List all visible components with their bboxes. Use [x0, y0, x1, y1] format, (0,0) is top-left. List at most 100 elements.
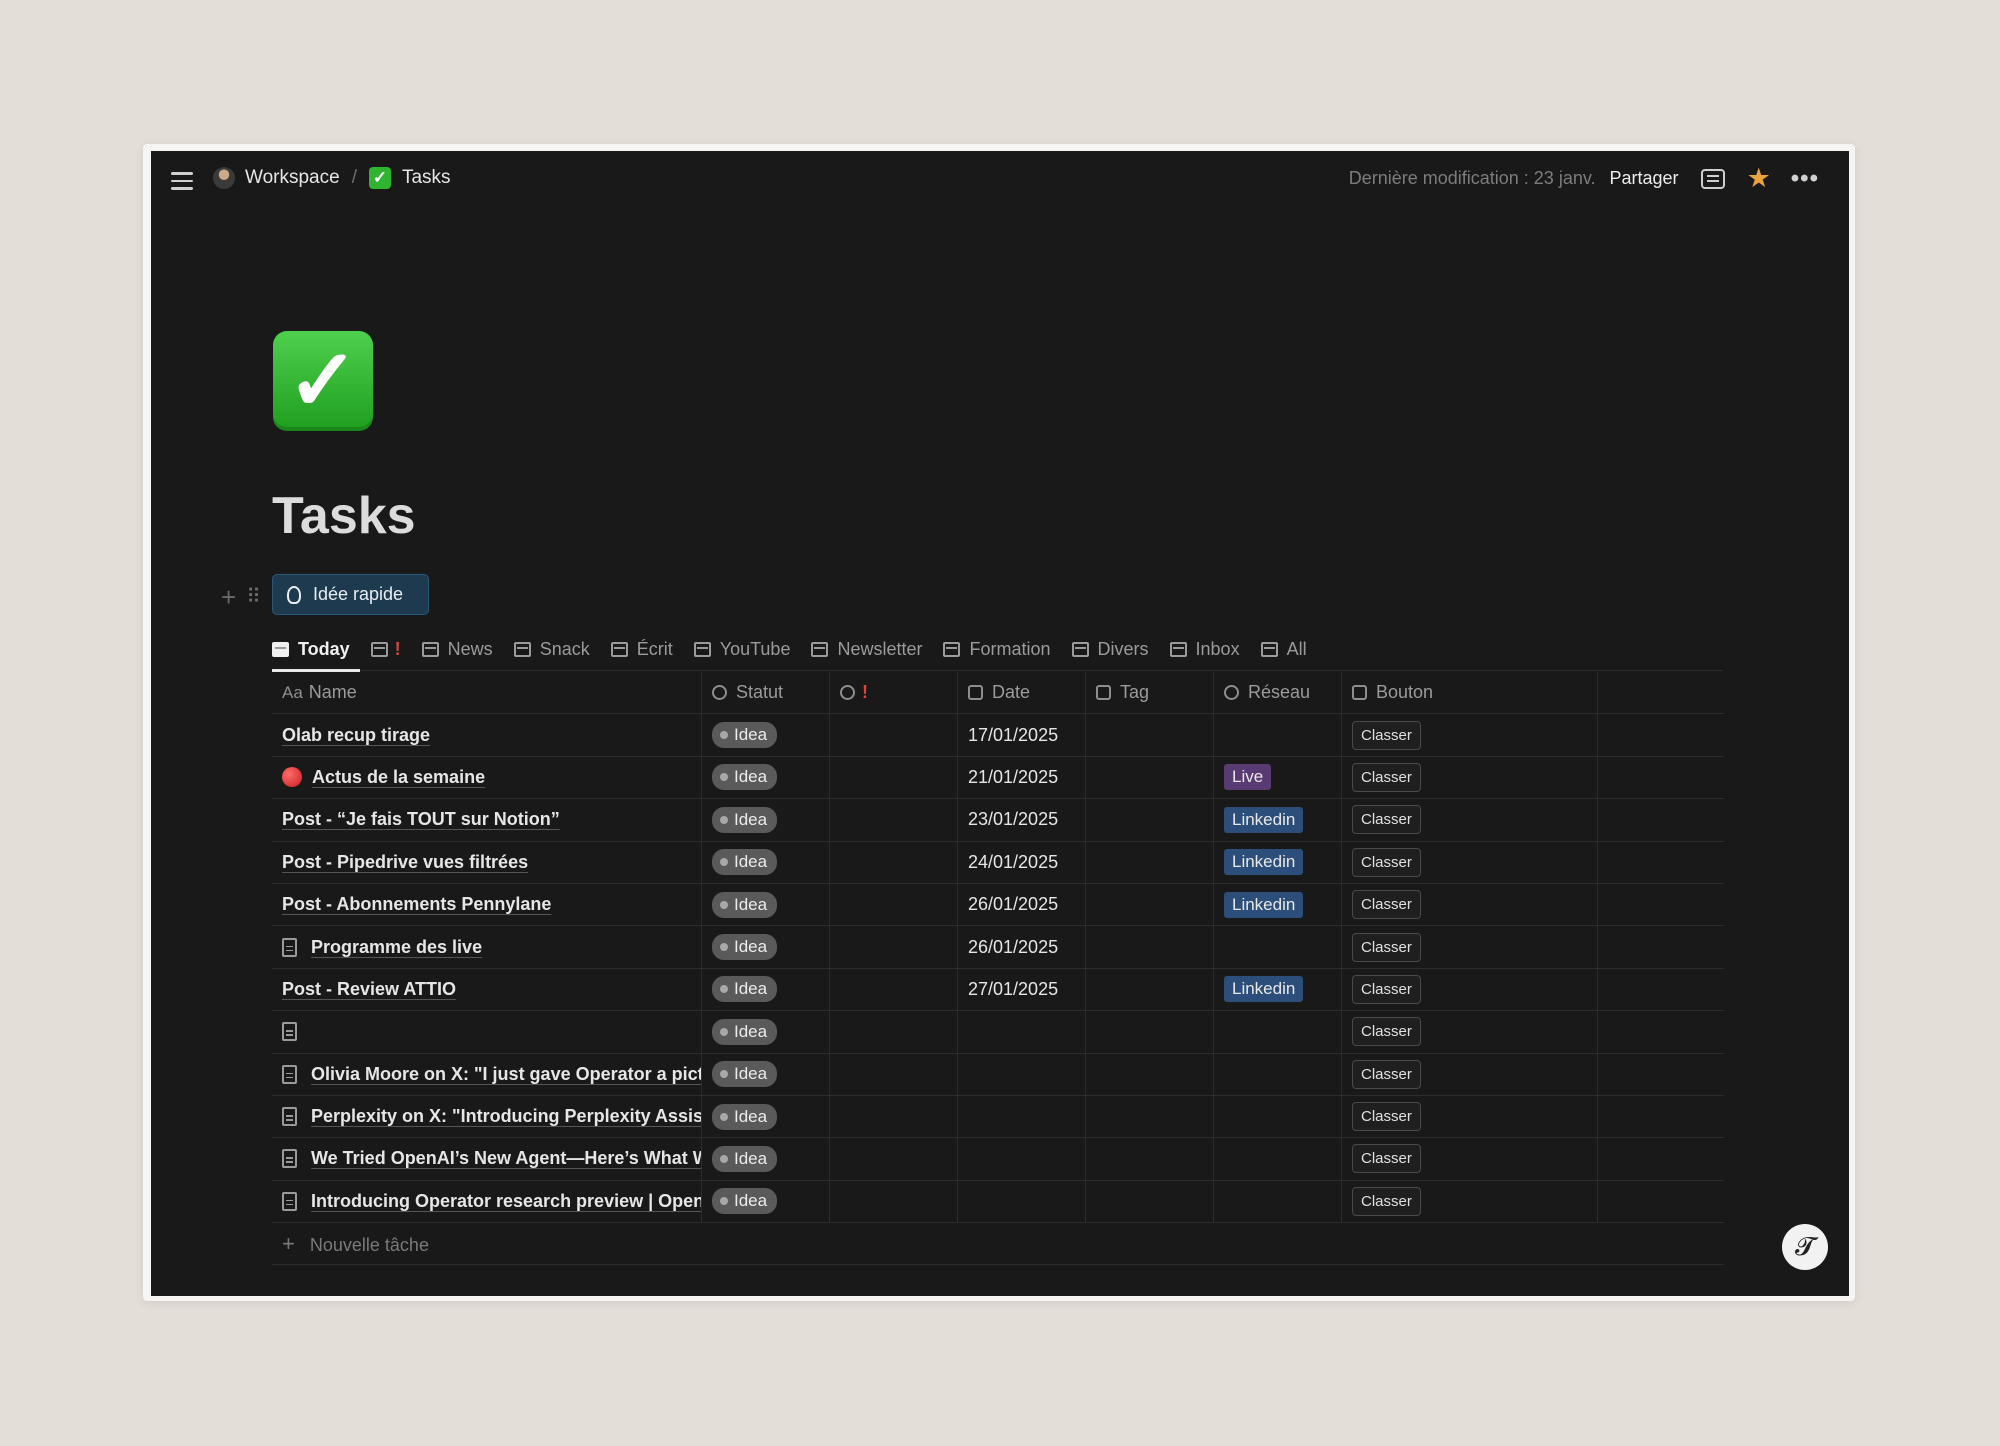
breadcrumb-workspace[interactable]: Workspace [245, 167, 340, 189]
cell-date[interactable]: 27/01/2025 [958, 968, 1086, 1011]
tab-urgent[interactable]: ! [370, 629, 401, 671]
tab--crit[interactable]: Écrit [610, 629, 673, 671]
cell-priority[interactable] [830, 1011, 958, 1053]
cell-name[interactable]: We Tried OpenAI’s New Agent—Here’s What … [272, 1138, 702, 1180]
cell-statut[interactable]: Idea [702, 799, 830, 841]
cell-statut[interactable]: Idea [702, 756, 830, 799]
header-priority[interactable]: ! [830, 672, 958, 714]
table-row[interactable]: Post - Pipedrive vues filtrées Idea 24/01/… [272, 841, 1724, 884]
cell-reseau[interactable] [1214, 926, 1342, 968]
task-name[interactable]: Introducing Operator research preview | … [311, 1191, 701, 1212]
cell-tag[interactable] [1086, 1053, 1214, 1095]
table-row[interactable]: Olivia Moore on X: "I just gave Operator… [272, 1053, 1724, 1096]
cell-tag[interactable] [1086, 756, 1214, 799]
cell-name[interactable]: Post - Review ATTIO [272, 968, 702, 1011]
tab-newsletter[interactable]: Newsletter [811, 629, 922, 671]
task-name[interactable]: Actus de la semaine [312, 767, 485, 788]
cell-statut[interactable]: Idea [702, 926, 830, 968]
status-badge[interactable]: Idea [712, 976, 778, 1003]
classer-button[interactable]: Classer [1352, 890, 1421, 920]
header-reseau[interactable]: Réseau [1214, 672, 1342, 714]
cell-priority[interactable] [830, 756, 958, 799]
table-row[interactable]: Olab recup tirage Idea 17/01/2025 Classer [272, 714, 1724, 757]
header-name[interactable]: Aa Name [272, 672, 702, 714]
cell-date[interactable] [958, 1011, 1086, 1053]
classer-button[interactable]: Classer [1352, 932, 1421, 962]
cell-reseau[interactable]: Linkedin [1214, 841, 1342, 883]
classer-button[interactable]: Classer [1352, 1186, 1421, 1216]
tab-formation[interactable]: Formation [943, 629, 1051, 671]
status-badge[interactable]: Idea [712, 806, 778, 833]
cell-tag[interactable] [1086, 1180, 1214, 1223]
new-row[interactable]: + Nouvelle tâche [272, 1223, 1724, 1266]
table-row[interactable]: Perplexity on X: "Introducing Perplexity… [272, 1095, 1724, 1139]
cell-reseau[interactable] [1214, 1138, 1342, 1180]
cell-priority[interactable] [830, 1180, 958, 1223]
menu-icon[interactable] [171, 172, 193, 190]
cell-name[interactable]: Olivia Moore on X: "I just gave Operator… [272, 1053, 702, 1095]
cell-name[interactable]: Perplexity on X: "Introducing Perplexity… [272, 1095, 702, 1138]
table-row[interactable]: Programme des live Idea 26/01/2025 Classer [272, 926, 1724, 969]
classer-button[interactable]: Classer [1352, 1059, 1421, 1089]
page-title[interactable]: Tasks [272, 486, 416, 546]
cell-statut[interactable]: Idea [702, 883, 830, 926]
cell-tag[interactable] [1086, 1095, 1214, 1138]
classer-button[interactable]: Classer [1352, 720, 1421, 750]
cell-name[interactable]: Post - Abonnements Pennylane [272, 883, 702, 926]
cell-priority[interactable] [830, 1095, 958, 1138]
classer-button[interactable]: Classer [1352, 1017, 1421, 1047]
star-icon[interactable]: ★ [1747, 165, 1771, 192]
cell-tag[interactable] [1086, 1011, 1214, 1053]
task-name[interactable]: Olab recup tirage [282, 725, 430, 746]
classer-button[interactable]: Classer [1352, 762, 1421, 792]
help-button[interactable]: 𝓣 [1782, 1224, 1828, 1270]
cell-reseau[interactable] [1214, 1011, 1342, 1053]
table-row[interactable]: Idea Classer [272, 1011, 1724, 1054]
cell-tag[interactable] [1086, 926, 1214, 968]
breadcrumb-page[interactable]: Tasks [402, 167, 451, 189]
header-date[interactable]: Date [958, 672, 1086, 714]
add-block-icon[interactable]: + [221, 584, 236, 610]
cell-tag[interactable] [1086, 968, 1214, 1011]
task-name[interactable]: Post - Abonnements Pennylane [282, 894, 551, 915]
table-row[interactable]: We Tried OpenAI’s New Agent—Here’s What … [272, 1138, 1724, 1181]
status-badge[interactable]: Idea [712, 891, 778, 918]
cell-name[interactable]: Post - “Je fais TOUT sur Notion” [272, 799, 702, 841]
task-name[interactable]: Programme des live [311, 937, 482, 958]
classer-button[interactable]: Classer [1352, 974, 1421, 1004]
cell-statut[interactable]: Idea [702, 968, 830, 1011]
cell-date[interactable]: 21/01/2025 [958, 756, 1086, 799]
status-badge[interactable]: Idea [712, 1103, 778, 1130]
cell-statut[interactable]: Idea [702, 1180, 830, 1223]
cell-priority[interactable] [830, 883, 958, 926]
cell-name[interactable] [272, 1011, 702, 1053]
cell-date[interactable]: 26/01/2025 [958, 926, 1086, 968]
cell-statut[interactable]: Idea [702, 714, 830, 756]
tab-snack[interactable]: Snack [513, 629, 590, 671]
table-row[interactable]: Introducing Operator research preview | … [272, 1180, 1724, 1224]
cell-reseau[interactable] [1214, 1180, 1342, 1223]
cell-priority[interactable] [830, 1138, 958, 1180]
cell-date[interactable] [958, 1095, 1086, 1138]
cell-tag[interactable] [1086, 714, 1214, 756]
cell-date[interactable] [958, 1180, 1086, 1223]
task-name[interactable]: Post - Pipedrive vues filtrées [282, 852, 528, 873]
cell-name[interactable]: Olab recup tirage [272, 714, 702, 756]
header-add-column[interactable] [1598, 672, 1724, 713]
cell-reseau[interactable]: Linkedin [1214, 883, 1342, 926]
cell-reseau[interactable] [1214, 1053, 1342, 1095]
cell-statut[interactable]: Idea [702, 1011, 830, 1053]
classer-button[interactable]: Classer [1352, 1144, 1421, 1174]
classer-button[interactable]: Classer [1352, 847, 1421, 877]
task-name[interactable]: Olivia Moore on X: "I just gave Operator… [311, 1064, 701, 1085]
cell-priority[interactable] [830, 841, 958, 883]
cell-priority[interactable] [830, 1053, 958, 1095]
cell-reseau[interactable] [1214, 1095, 1342, 1138]
tab-youtube[interactable]: YouTube [693, 629, 790, 671]
cell-priority[interactable] [830, 799, 958, 841]
status-badge[interactable]: Idea [712, 1018, 778, 1045]
status-badge[interactable]: Idea [712, 1145, 778, 1172]
cell-reseau[interactable]: Live [1214, 756, 1342, 799]
status-badge[interactable]: Idea [712, 1061, 778, 1088]
tab-all[interactable]: All [1260, 629, 1307, 671]
